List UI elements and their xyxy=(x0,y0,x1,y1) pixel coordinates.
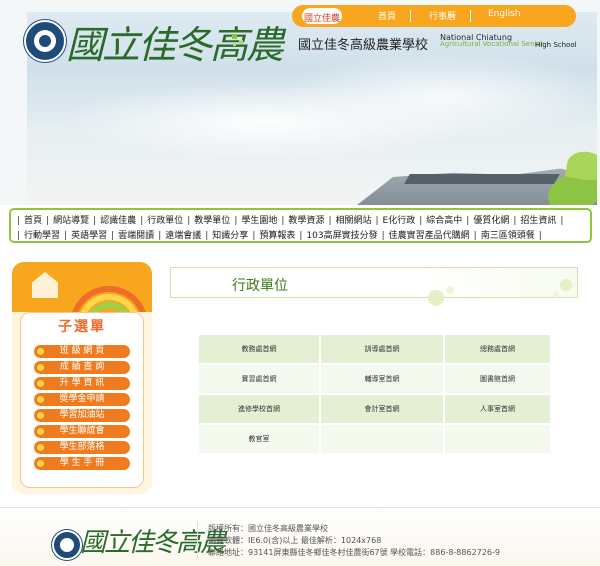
nav-separator: | xyxy=(64,231,68,241)
submenu-item-learning-station[interactable]: 學習加油站 xyxy=(34,409,130,422)
nav-item[interactable]: 英語學習 xyxy=(71,231,107,241)
nav-separator: | xyxy=(17,231,21,241)
nav-item[interactable]: 綜合高中 xyxy=(426,216,462,226)
unit-link[interactable]: 人事室首網 xyxy=(445,395,550,423)
footer-seal-icon xyxy=(52,530,82,560)
nav-separator: | xyxy=(381,231,385,241)
nav-item[interactable]: 首頁 xyxy=(24,216,42,226)
nav-item[interactable]: 佳農實習產品代購網 xyxy=(389,231,470,241)
unit-link[interactable]: 實習處首網 xyxy=(199,365,319,393)
nav-separator: | xyxy=(111,231,115,241)
nav-separator: | xyxy=(560,216,564,226)
school-seal-icon[interactable] xyxy=(24,20,66,62)
school-logo[interactable]: 國立佳冬高農 xyxy=(66,14,284,69)
nav-item[interactable]: 南三區領頭餐 xyxy=(481,231,535,241)
unit-link[interactable]: 會計室首網 xyxy=(321,395,443,423)
nav-separator: | xyxy=(234,216,238,226)
unit-link[interactable]: 教官室 xyxy=(199,425,319,453)
footer-logo: 國立佳冬高農 xyxy=(80,528,226,558)
main-nav: | 首頁 | 網站導覽 | 認識佳農 | 行政單位 | 教學單位 | 學生園地 | 教學資源 | 相關網站 | E… xyxy=(9,208,592,243)
unit-link[interactable]: 圖書館首網 xyxy=(445,365,550,393)
footer-browser-info: 瀏覽軟體：IE6.0(含)以上 最佳解析：1024x768 xyxy=(208,536,382,545)
submenu-item-admission-info[interactable]: 升 學 資 訊 xyxy=(34,377,130,390)
footer-separator xyxy=(197,522,198,558)
nav-separator: | xyxy=(299,231,303,241)
unit-link[interactable]: 進修學校首網 xyxy=(199,395,319,423)
top-nav-item-calendar[interactable]: 行事曆 xyxy=(429,9,456,22)
footer-copyright: 版權所有：國立佳冬高級農業學校 xyxy=(208,524,328,533)
nav-separator: | xyxy=(328,216,332,226)
nav-separator: | xyxy=(17,216,21,226)
nav-separator: | xyxy=(46,216,50,226)
submenu-item-student-council[interactable]: 學生聯誼會 xyxy=(34,425,130,438)
unit-empty-cell xyxy=(321,425,443,453)
nav-separator: | xyxy=(538,231,542,241)
nav-separator: | xyxy=(473,231,477,241)
footer-contact: 聯絡地址：93141屏東縣佳冬鄉佳冬村佳農街67號 學校電話：886-8-886… xyxy=(208,548,500,557)
nav-item[interactable]: 知識分享 xyxy=(212,231,248,241)
main-nav-row2: | 行動學習 | 英語學習 | 雲端閱讀 | 遠端會議 | 知識分享 | 預算報表 | 103高屏實技分發… xyxy=(17,228,546,241)
top-nav-item-home-school[interactable]: 國立佳農 xyxy=(302,8,342,24)
unit-link[interactable]: 教務處首網 xyxy=(199,335,319,363)
submenu-item-class-pages[interactable]: 班 級 網 頁 xyxy=(34,345,130,358)
top-nav-item-english[interactable]: English xyxy=(488,9,521,19)
nav-separator: | xyxy=(419,216,423,226)
nav-separator: | xyxy=(205,231,209,241)
nav-item[interactable]: 認識佳農 xyxy=(100,216,136,226)
submenu-header-art xyxy=(12,262,152,312)
nav-separator: | xyxy=(158,231,162,241)
nav-item[interactable]: E化行政 xyxy=(383,216,416,226)
nav-separator: | xyxy=(375,216,379,226)
top-nav-item-home[interactable]: 首頁 xyxy=(378,9,396,22)
nav-item[interactable]: 教學資源 xyxy=(288,216,324,226)
nav-separator: | xyxy=(513,216,517,226)
unit-link[interactable]: 訓導處首網 xyxy=(321,335,443,363)
nav-separator: | xyxy=(93,216,97,226)
submenu-item-handbook[interactable]: 學 生 手 冊 xyxy=(34,457,130,470)
nav-item[interactable]: 教學單位 xyxy=(194,216,230,226)
nav-separator: | xyxy=(466,216,470,226)
submenu-item-grades[interactable]: 成 績 查 詢 xyxy=(34,361,130,374)
nav-item[interactable]: 優質化網 xyxy=(473,216,509,226)
top-nav: 國立佳農 首頁 行事曆 English xyxy=(292,5,576,27)
nav-separator: | xyxy=(252,231,256,241)
main-nav-row1: | 首頁 | 網站導覽 | 認識佳農 | 行政單位 | 教學單位 | 學生園地 | 教學資源 | 相關網站 | E… xyxy=(17,213,567,226)
nav-item[interactable]: 學生園地 xyxy=(241,216,277,226)
nav-item[interactable]: 行動學習 xyxy=(24,231,60,241)
submenu-item-student-blog[interactable]: 學生部落格 xyxy=(34,441,130,454)
nav-item[interactable]: 行政單位 xyxy=(147,216,183,226)
nav-separator: | xyxy=(140,216,144,226)
unit-link[interactable]: 輔導室首網 xyxy=(321,365,443,393)
nav-item[interactable]: 預算報表 xyxy=(259,231,295,241)
submenu-item-scholarship[interactable]: 獎學金申請 xyxy=(34,393,130,406)
house-icon xyxy=(32,272,58,298)
school-name-en-sub: Agricultural Vocational Senior xyxy=(440,40,544,48)
page-title: 行政單位 xyxy=(232,278,288,294)
nav-item[interactable]: 招生資訊 xyxy=(520,216,556,226)
nav-item[interactable]: 遠端會議 xyxy=(165,231,201,241)
nav-item[interactable]: 雲端閱讀 xyxy=(118,231,154,241)
unit-link[interactable]: 總務處首網 xyxy=(445,335,550,363)
nav-separator: | xyxy=(187,216,191,226)
unit-empty-cell xyxy=(445,425,550,453)
nav-item[interactable]: 103高屏實技分發 xyxy=(306,231,377,241)
nav-separator: | xyxy=(281,216,285,226)
school-name-cn: 國立佳冬高級農業學校 xyxy=(298,38,429,53)
nav-item[interactable]: 相關網站 xyxy=(335,216,371,226)
nav-item[interactable]: 網站導覽 xyxy=(53,216,89,226)
submenu-title: 子選單 xyxy=(58,319,106,335)
school-name-en-tail: High School xyxy=(535,41,577,49)
